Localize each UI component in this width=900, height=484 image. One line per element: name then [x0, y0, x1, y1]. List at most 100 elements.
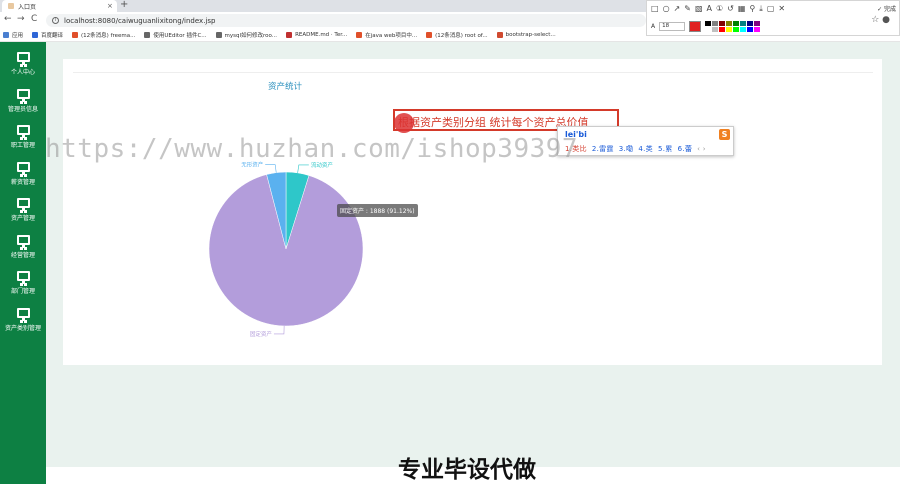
chart-card: 资产统计 根据资产类别分组 统计每个资产总价值 — [63, 59, 882, 365]
bookmark-item[interactable]: mysql如何修改roo... — [215, 31, 278, 39]
palette-swatch[interactable] — [712, 27, 719, 32]
bookmark-item[interactable]: (12条消息) freema... — [72, 31, 135, 39]
monitor-icon — [16, 307, 30, 321]
sidebar-item-label: 管理员信息 — [7, 105, 38, 113]
monitor-icon — [16, 198, 30, 211]
palette-swatch[interactable] — [747, 21, 754, 26]
bookmark-label: bootstrap-select... — [505, 32, 556, 38]
profile-icon[interactable]: ☆ ● — [871, 15, 890, 25]
ime-candidate[interactable]: 3.嘞 — [619, 145, 634, 153]
palette-swatch[interactable] — [726, 27, 733, 32]
bookmark-item[interactable]: README.md · Ter... — [286, 32, 347, 38]
palette-swatch[interactable] — [733, 27, 740, 32]
sidebar-item-label: 资产类别管理 — [4, 324, 41, 332]
close-tab-icon[interactable]: × — [107, 2, 117, 10]
bookmark-label: README.md · Ter... — [295, 32, 348, 38]
watermark-text: https://www.huzhan.com/ishop39397 — [45, 134, 579, 164]
site-info-icon[interactable]: i — [52, 17, 59, 24]
pen-tool-icon[interactable]: ✎ — [684, 4, 691, 14]
sidebar-item-label: 薪资管理 — [10, 178, 35, 186]
marker-tool-icon[interactable]: ▧ — [695, 4, 703, 14]
pie-label-line — [273, 325, 285, 335]
bookmark-label: (12条消息) root of... — [435, 33, 488, 39]
url-field[interactable]: i localhost:8080/caiwuguanlixitong/index… — [46, 14, 646, 27]
palette-swatch[interactable] — [754, 27, 761, 32]
bookmark-item[interactable]: (12条消息) root of... — [426, 31, 488, 39]
ime-candidate-list: 1.类比 2.雷霆 3.嘞 4.类 5.累 6.蕾 ‹ › — [565, 144, 706, 154]
palette-swatch[interactable] — [712, 21, 719, 26]
pie-label-line — [297, 164, 309, 173]
sidebar-item[interactable]: 个人中心 — [0, 52, 46, 76]
pie-slice-label: 固定资产 — [250, 330, 273, 338]
bottom-caption: 专业毕设代做 — [398, 457, 536, 483]
copy-icon[interactable]: ▢ — [767, 4, 775, 14]
color-palette — [705, 21, 761, 32]
bookmark-favicon-icon — [32, 32, 39, 38]
url-text: localhost:8080/caiwuguanlixitong/index.j… — [64, 16, 216, 25]
palette-swatch[interactable] — [740, 27, 747, 32]
bookmark-item[interactable]: 在java web项目中... — [356, 31, 417, 39]
sidebar-item-label: 资产管理 — [10, 215, 35, 222]
text-tool-icon[interactable]: A — [707, 4, 712, 14]
bookmark-favicon-icon — [496, 32, 503, 38]
arrow-tool-icon[interactable]: ↗ — [674, 4, 681, 14]
palette-swatch[interactable] — [747, 27, 754, 32]
bookmark-item[interactable]: 应用 — [3, 31, 23, 39]
exit-icon[interactable]: ✕ — [778, 4, 785, 14]
ime-candidate[interactable]: 2.雷霆 — [592, 145, 614, 153]
ime-candidate[interactable]: 5.累 — [658, 145, 673, 153]
palette-swatch[interactable] — [719, 21, 726, 26]
bookmark-favicon-icon — [72, 32, 79, 38]
sidebar-item[interactable]: 资产管理 — [0, 198, 46, 222]
finish-button[interactable]: ✓ 完成 — [877, 4, 896, 13]
monitor-icon — [16, 88, 30, 102]
sidebar-item[interactable]: 职工管理 — [0, 125, 46, 149]
undo-icon[interactable]: ↺ — [727, 4, 734, 14]
sidebar-item-label: 职工管理 — [10, 142, 35, 149]
palette-swatch[interactable] — [705, 21, 712, 26]
snapshot-toolbar: □ ○ ↗ ✎ ▧ A ① ↺ ▦ ⚲ ⤓ ▢ ✕ A 18 ✓ 完成 — [646, 0, 900, 36]
sidebar-item[interactable]: 管理员信息 — [0, 88, 46, 113]
palette-swatch[interactable] — [726, 21, 733, 26]
mosaic-icon[interactable]: ▦ — [738, 4, 746, 14]
bookmark-favicon-icon — [215, 32, 222, 38]
bookmark-item[interactable]: bootstrap-select... — [496, 32, 556, 38]
palette-swatch[interactable] — [733, 21, 740, 26]
ime-logo-icon: S — [719, 129, 730, 140]
bookmark-favicon-icon — [3, 32, 9, 38]
palette-swatch[interactable] — [740, 21, 747, 26]
bookmark-item[interactable]: 使用UEditor 插件C... — [144, 31, 207, 39]
bookmark-item[interactable]: 百度翻译 — [32, 31, 63, 39]
rectangle-tool-icon[interactable]: □ — [651, 4, 659, 14]
reload-button[interactable]: C — [31, 14, 37, 24]
sidebar-item[interactable]: 资产类别管理 — [0, 307, 46, 332]
ellipse-tool-icon[interactable]: ○ — [663, 4, 670, 14]
sidebar-item[interactable]: 部门管理 — [0, 271, 46, 295]
monitor-icon — [16, 125, 30, 138]
font-size-select[interactable]: 18 — [659, 22, 686, 31]
cursor-indicator — [394, 113, 414, 133]
forward-button[interactable]: → — [17, 14, 25, 24]
pin-icon[interactable]: ⚲ — [749, 4, 755, 14]
bookmark-favicon-icon — [356, 32, 363, 38]
browser-tab[interactable]: 入口页 × — [2, 0, 117, 12]
palette-swatch[interactable] — [719, 27, 726, 32]
palette-swatch[interactable] — [705, 27, 712, 32]
monitor-icon — [16, 161, 30, 175]
back-button[interactable]: ← — [4, 14, 12, 24]
ime-page-nav[interactable]: ‹ › — [697, 145, 706, 153]
current-color-swatch[interactable] — [689, 21, 702, 32]
bookmark-label: mysql如何修改roo... — [224, 33, 278, 39]
sidebar-item[interactable]: 薪资管理 — [0, 161, 46, 186]
palette-swatch[interactable] — [754, 21, 761, 26]
ime-candidate[interactable]: 4.类 — [638, 145, 653, 153]
monitor-icon — [16, 271, 30, 284]
sidebar: 个人中心管理员信息职工管理薪资管理资产管理经营管理部门管理资产类别管理 — [0, 42, 46, 484]
save-icon[interactable]: ⤓ — [759, 4, 763, 14]
new-tab-button[interactable]: + — [120, 0, 128, 10]
monitor-icon — [16, 234, 30, 248]
sidebar-item[interactable]: 经营管理 — [0, 234, 46, 259]
ime-candidate[interactable]: 6.蕾 — [678, 145, 693, 153]
number-tool-icon[interactable]: ① — [716, 4, 723, 14]
bookmark-label: 在java web项目中... — [365, 33, 418, 39]
